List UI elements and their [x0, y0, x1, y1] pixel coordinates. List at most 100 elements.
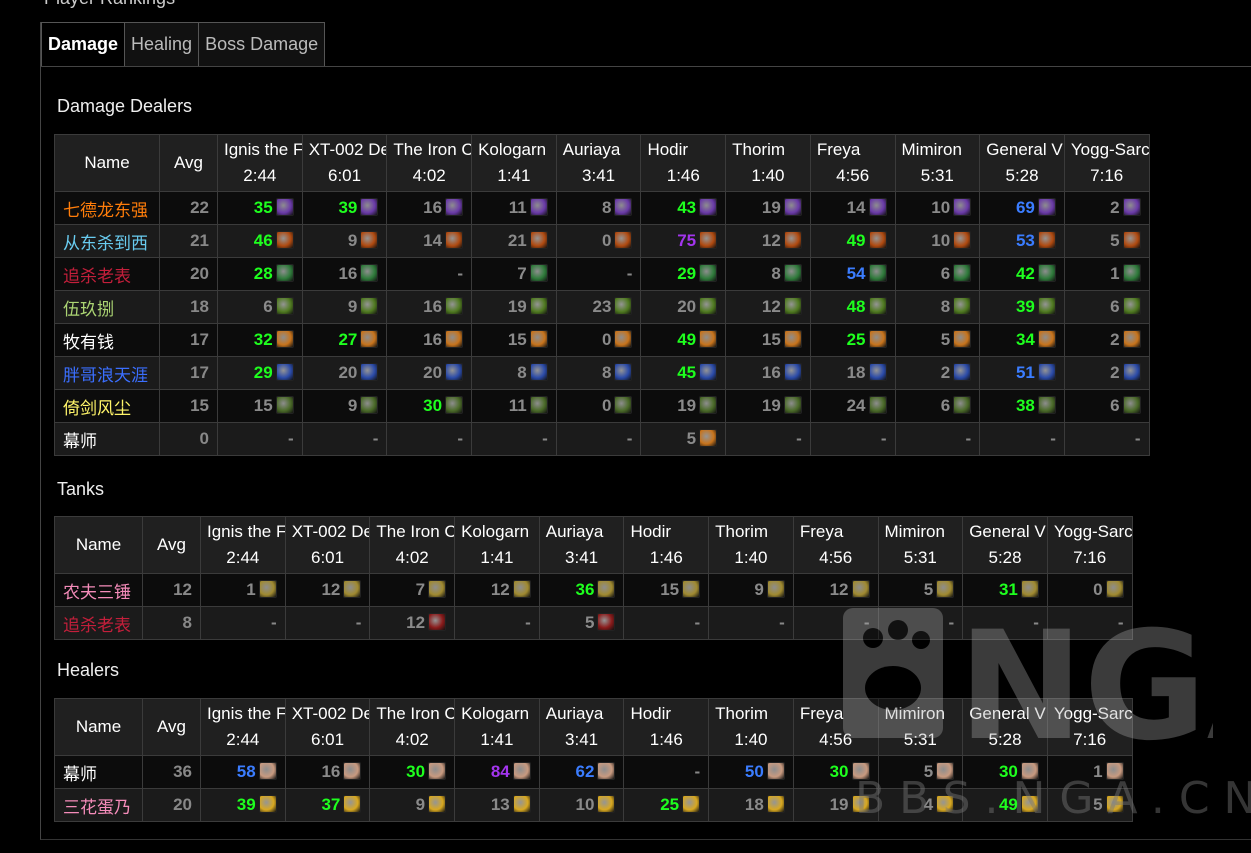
rank-cell[interactable]: 35 — [217, 191, 303, 225]
rank-cell[interactable]: 2 — [894, 356, 981, 390]
rank-cell[interactable]: 5 — [538, 606, 625, 640]
header-name[interactable]: Name — [54, 516, 143, 574]
rank-cell[interactable]: 54 — [809, 257, 896, 291]
player-name[interactable]: 牧有钱 — [54, 323, 160, 357]
header-boss[interactable]: Thorim 1:40 — [708, 516, 794, 574]
header-boss[interactable]: The Iron C 4:02 — [369, 516, 456, 574]
rank-cell[interactable]: 84 — [454, 755, 540, 789]
rank-cell[interactable]: 39 — [979, 290, 1065, 324]
rank-cell[interactable]: 0 — [555, 323, 642, 357]
rank-cell[interactable]: 7 — [369, 573, 456, 607]
rank-cell[interactable]: 7 — [471, 257, 557, 291]
rank-cell[interactable]: 20 — [386, 356, 473, 390]
player-name[interactable]: 伍玖捌 — [54, 290, 160, 324]
rank-cell[interactable]: - — [284, 606, 371, 640]
rank-cell[interactable]: 10 — [894, 224, 981, 258]
header-avg[interactable]: Avg — [142, 516, 201, 574]
rank-cell[interactable]: 51 — [979, 356, 1065, 390]
rank-cell[interactable]: 45 — [640, 356, 727, 390]
rank-cell[interactable]: - — [555, 257, 642, 291]
header-boss[interactable]: XT-002 De 6:01 — [301, 134, 388, 192]
rank-cell[interactable]: 8 — [894, 290, 981, 324]
rank-cell[interactable]: - — [301, 422, 388, 456]
rank-cell[interactable]: 11 — [471, 389, 557, 423]
rank-cell[interactable]: 29 — [217, 356, 303, 390]
rank-cell[interactable]: 75 — [640, 224, 727, 258]
player-name[interactable]: 农夫三锤 — [54, 573, 143, 607]
header-boss[interactable]: Freya 4:56 — [792, 516, 879, 574]
rank-cell[interactable]: 0 — [555, 389, 642, 423]
rank-cell[interactable]: 2 — [1063, 356, 1150, 390]
rank-cell[interactable]: 5 — [1063, 224, 1150, 258]
rank-cell[interactable]: 16 — [386, 290, 473, 324]
rank-cell[interactable]: 25 — [623, 788, 710, 822]
rank-cell[interactable]: 43 — [640, 191, 727, 225]
rank-cell[interactable]: 19 — [471, 290, 557, 324]
rank-cell[interactable]: 53 — [979, 224, 1065, 258]
header-boss[interactable]: Auriaya 3:41 — [538, 698, 625, 756]
rank-cell[interactable]: 1 — [1063, 257, 1150, 291]
rank-cell[interactable]: 9 — [301, 290, 388, 324]
rank-cell[interactable]: 49 — [809, 224, 896, 258]
rank-cell[interactable]: 10 — [538, 788, 625, 822]
rank-cell[interactable]: 30 — [369, 755, 456, 789]
rank-cell[interactable]: 11 — [471, 191, 557, 225]
rank-cell[interactable]: 36 — [538, 573, 625, 607]
header-boss[interactable]: Thorim 1:40 — [708, 698, 794, 756]
rank-cell[interactable]: - — [809, 422, 896, 456]
tab-healing[interactable]: Healing — [125, 22, 200, 67]
rank-cell[interactable]: 29 — [640, 257, 727, 291]
rank-cell[interactable]: 13 — [454, 788, 540, 822]
header-boss[interactable]: Mimiron 5:31 — [894, 134, 981, 192]
rank-cell[interactable]: 14 — [386, 224, 473, 258]
rank-cell[interactable]: 9 — [369, 788, 456, 822]
rank-cell[interactable]: 16 — [386, 191, 473, 225]
rank-cell[interactable]: 46 — [217, 224, 303, 258]
rank-cell[interactable]: 32 — [217, 323, 303, 357]
rank-cell[interactable]: - — [200, 606, 286, 640]
rank-cell[interactable]: 48 — [809, 290, 896, 324]
header-boss[interactable]: Auriaya 3:41 — [538, 516, 625, 574]
rank-cell[interactable]: 34 — [979, 323, 1065, 357]
rank-cell[interactable]: - — [471, 422, 557, 456]
header-name[interactable]: Name — [54, 134, 160, 192]
header-boss[interactable]: Kologarn 1:41 — [454, 516, 540, 574]
header-boss[interactable]: Auriaya 3:41 — [555, 134, 642, 192]
header-avg[interactable]: Avg — [159, 134, 218, 192]
rank-cell[interactable]: - — [1063, 422, 1150, 456]
player-name[interactable]: 幕师 — [54, 755, 143, 789]
rank-cell[interactable]: 18 — [708, 788, 794, 822]
rank-cell[interactable]: 16 — [284, 755, 371, 789]
rank-cell[interactable]: - — [708, 606, 794, 640]
header-boss[interactable]: XT-002 De 6:01 — [284, 698, 371, 756]
player-name[interactable]: 追杀老表 — [54, 606, 143, 640]
rank-cell[interactable]: - — [894, 422, 981, 456]
rank-cell[interactable]: 6 — [217, 290, 303, 324]
rank-cell[interactable]: 8 — [555, 191, 642, 225]
player-name[interactable]: 三花蛋乃 — [54, 788, 143, 822]
rank-cell[interactable]: 16 — [725, 356, 811, 390]
rank-cell[interactable]: 8 — [471, 356, 557, 390]
rank-cell[interactable]: 12 — [725, 224, 811, 258]
header-boss[interactable]: Hodir 1:46 — [623, 698, 710, 756]
header-name[interactable]: Name — [54, 698, 143, 756]
header-boss[interactable]: General V 5:28 — [979, 134, 1065, 192]
rank-cell[interactable]: 49 — [640, 323, 727, 357]
rank-cell[interactable]: 8 — [725, 257, 811, 291]
rank-cell[interactable]: - — [555, 422, 642, 456]
rank-cell[interactable]: 28 — [217, 257, 303, 291]
rank-cell[interactable]: 8 — [555, 356, 642, 390]
rank-cell[interactable]: - — [217, 422, 303, 456]
player-name[interactable]: 胖哥浪天涯 — [54, 356, 160, 390]
header-boss[interactable]: Kologarn 1:41 — [471, 134, 557, 192]
rank-cell[interactable]: 6 — [894, 257, 981, 291]
rank-cell[interactable]: 5 — [894, 323, 981, 357]
player-name[interactable]: 幕师 — [54, 422, 160, 456]
rank-cell[interactable]: 9 — [301, 389, 388, 423]
rank-cell[interactable]: 19 — [725, 191, 811, 225]
rank-cell[interactable]: 69 — [979, 191, 1065, 225]
header-boss[interactable]: XT-002 De 6:01 — [284, 516, 371, 574]
rank-cell[interactable]: 16 — [386, 323, 473, 357]
rank-cell[interactable]: 12 — [369, 606, 456, 640]
rank-cell[interactable]: 50 — [708, 755, 794, 789]
